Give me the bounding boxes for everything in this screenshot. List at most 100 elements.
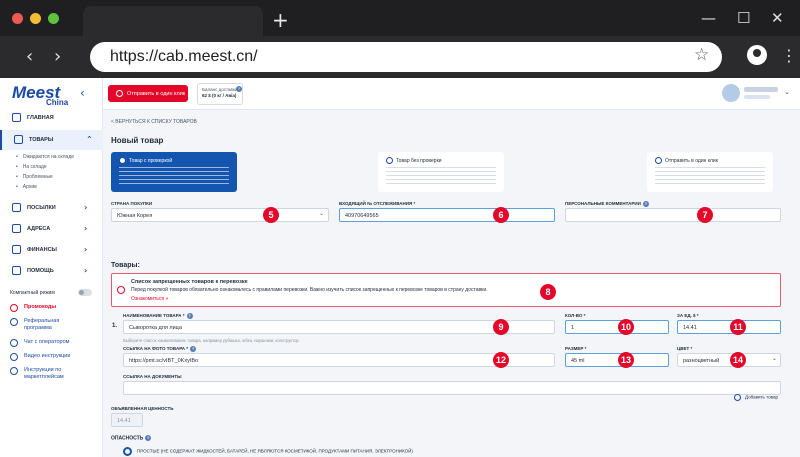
add-circle-icon <box>734 394 741 401</box>
qty-label: Кол-во * <box>565 313 586 318</box>
bookmark-star-icon[interactable]: ☆ <box>694 45 709 65</box>
meest-logo-sub: China <box>46 98 69 107</box>
info-icon[interactable]: ? <box>236 86 242 92</box>
minimize-icon[interactable]: — <box>701 9 716 27</box>
comments-input[interactable] <box>565 208 781 222</box>
window-zoom-dot[interactable] <box>48 13 59 24</box>
window-close-dot[interactable] <box>12 13 23 24</box>
sidebar-subitem-in-warehouse[interactable]: На складе <box>16 164 47 170</box>
chevron-right-icon: › <box>84 224 88 233</box>
chevron-down-icon[interactable]: ⌄ <box>784 88 790 96</box>
url-text[interactable]: https://cab.meest.cn/ <box>110 48 258 66</box>
sidebar-link-promocodes[interactable]: Промокоды <box>10 304 86 312</box>
comments-label: Персональные комментарии? <box>565 201 649 207</box>
product-name-input[interactable]: Сыворотка для лица <box>123 320 555 334</box>
one-click-mode-icon <box>655 157 662 164</box>
parcel-icon <box>12 203 21 212</box>
profile-icon[interactable] <box>747 45 767 65</box>
declared-value-label: Объявленная ценность <box>111 406 174 411</box>
sidebar-item-parcels[interactable]: Посылки › <box>0 198 103 218</box>
unit-price-label: За ед. $ * <box>677 313 699 318</box>
annotation-badge: 11 <box>730 319 746 335</box>
sidebar-item-help[interactable]: Помощь › <box>0 261 103 281</box>
app-window: Meest China ‹ Главная Товары ⌃ Ожидаются… <box>0 78 800 457</box>
maximize-icon[interactable]: ☐ <box>737 9 750 27</box>
help-question-icon[interactable]: ? <box>190 346 197 352</box>
help-question-icon[interactable]: ? <box>145 435 152 441</box>
collapse-sidebar-icon[interactable]: ‹ <box>80 86 85 100</box>
help-question-icon[interactable]: ? <box>186 313 193 319</box>
annotation-badge: 14 <box>730 352 746 368</box>
annotation-badge: 5 <box>263 207 279 223</box>
mode-card-with-check[interactable]: Товар с проверкой <box>111 152 237 192</box>
sidebar-subitem-problem[interactable]: Проблемные <box>16 174 53 180</box>
add-product-button[interactable]: Добавить товар <box>734 394 778 401</box>
back-to-list-link[interactable]: < Вернуться к списку товаров <box>111 119 197 125</box>
danger-option-radio[interactable]: Простые (не содержат жидкостей, батарей,… <box>123 447 413 456</box>
tracking-input[interactable]: 40970649565 <box>339 208 555 222</box>
alert-read-more-link[interactable]: Ознакомиться » <box>131 296 168 302</box>
color-label: Цвет * <box>677 346 693 351</box>
danger-label: Опасность? <box>111 435 152 442</box>
size-input[interactable]: 45 ml <box>565 353 669 367</box>
finance-icon <box>12 245 21 254</box>
sidebar-item-finance[interactable]: Финансы › <box>0 240 103 260</box>
unit-price-input[interactable]: 14.41 <box>677 320 781 334</box>
forward-arrow-icon[interactable]: › <box>54 46 61 67</box>
sidebar-item-home[interactable]: Главная <box>0 108 103 128</box>
browser-tab[interactable] <box>83 6 263 36</box>
check-mode-icon <box>119 157 126 164</box>
mode-description <box>386 167 496 187</box>
new-tab-icon[interactable]: + <box>272 8 289 32</box>
sidebar-link-chat[interactable]: Чат с оператором <box>10 339 86 347</box>
page-title: Новый товар <box>111 136 164 145</box>
close-icon[interactable]: ✕ <box>771 9 784 27</box>
annotation-badge: 13 <box>618 352 634 368</box>
help-question-icon[interactable]: ? <box>642 201 649 207</box>
mode-card-one-click[interactable]: Отправить в один клик <box>647 152 773 192</box>
sidebar-subitem-expected[interactable]: Ожидаются на складе <box>16 154 74 160</box>
browser-menu-icon[interactable]: ⋮ <box>781 46 797 65</box>
country-label: Страна покупки <box>111 201 153 206</box>
user-name-blurred[interactable] <box>744 87 778 92</box>
photo-link-label: Ссылка на фото товара *? <box>123 346 197 352</box>
doc-link-label: Ссылка на документы <box>123 374 182 379</box>
chevron-down-icon[interactable]: ⌄ <box>319 210 324 217</box>
sidebar-link-video[interactable]: Видео инструкции <box>10 353 86 361</box>
photo-link-input[interactable]: https://pmt.sc/vIBT_0KxyIBo <box>123 353 555 367</box>
sidebar-item-addresses[interactable]: Адреса › <box>0 219 103 239</box>
compact-mode-label: Компактный режим <box>10 290 55 296</box>
alert-title: Список запрещенных товаров к перевозке <box>131 279 248 285</box>
avatar[interactable] <box>722 84 740 102</box>
prohibited-icon <box>117 286 125 294</box>
sidebar-item-goods[interactable]: Товары ⌃ <box>0 130 103 150</box>
product-name-label: Наименование товара *? <box>123 313 193 319</box>
qty-input[interactable]: 1 <box>565 320 669 334</box>
declared-value-field: 14.41 <box>111 413 143 427</box>
referral-icon <box>10 318 18 326</box>
color-select[interactable]: разноцветный <box>677 353 781 367</box>
sidebar-link-instructions[interactable]: Инструкции по маркетплейсам <box>10 367 86 381</box>
mode-card-without-check[interactable]: Товар без проверки <box>378 152 504 192</box>
compact-mode-toggle[interactable] <box>78 289 92 296</box>
top-header: Отправить в один клик Баланс доставки 62… <box>103 78 800 110</box>
address-icon <box>12 224 21 233</box>
help-icon <box>12 266 21 275</box>
country-select[interactable]: Южная Корея <box>111 208 329 222</box>
prohibited-goods-alert: Список запрещенных товаров к перевозке П… <box>111 273 781 307</box>
sidebar-item-label: Адреса <box>27 226 51 232</box>
chevron-down-icon[interactable]: ⌄ <box>772 355 777 362</box>
doc-link-input[interactable] <box>123 381 781 395</box>
annotation-badge: 7 <box>697 207 713 223</box>
sidebar-subitem-archive[interactable]: Архив <box>16 184 37 190</box>
chevron-right-icon: › <box>84 203 88 212</box>
box-icon <box>14 135 23 144</box>
send-one-click-button[interactable]: Отправить в один клик <box>108 85 188 102</box>
back-arrow-icon[interactable]: ‹ <box>26 46 33 67</box>
annotation-badge: 8 <box>540 284 556 300</box>
main-content: < Вернуться к списку товаров Новый товар… <box>103 110 800 457</box>
annotation-badge: 12 <box>493 352 509 368</box>
sidebar-link-referral[interactable]: Реферальная программа <box>10 318 86 332</box>
video-icon <box>10 353 18 361</box>
window-minimize-dot[interactable] <box>30 13 41 24</box>
